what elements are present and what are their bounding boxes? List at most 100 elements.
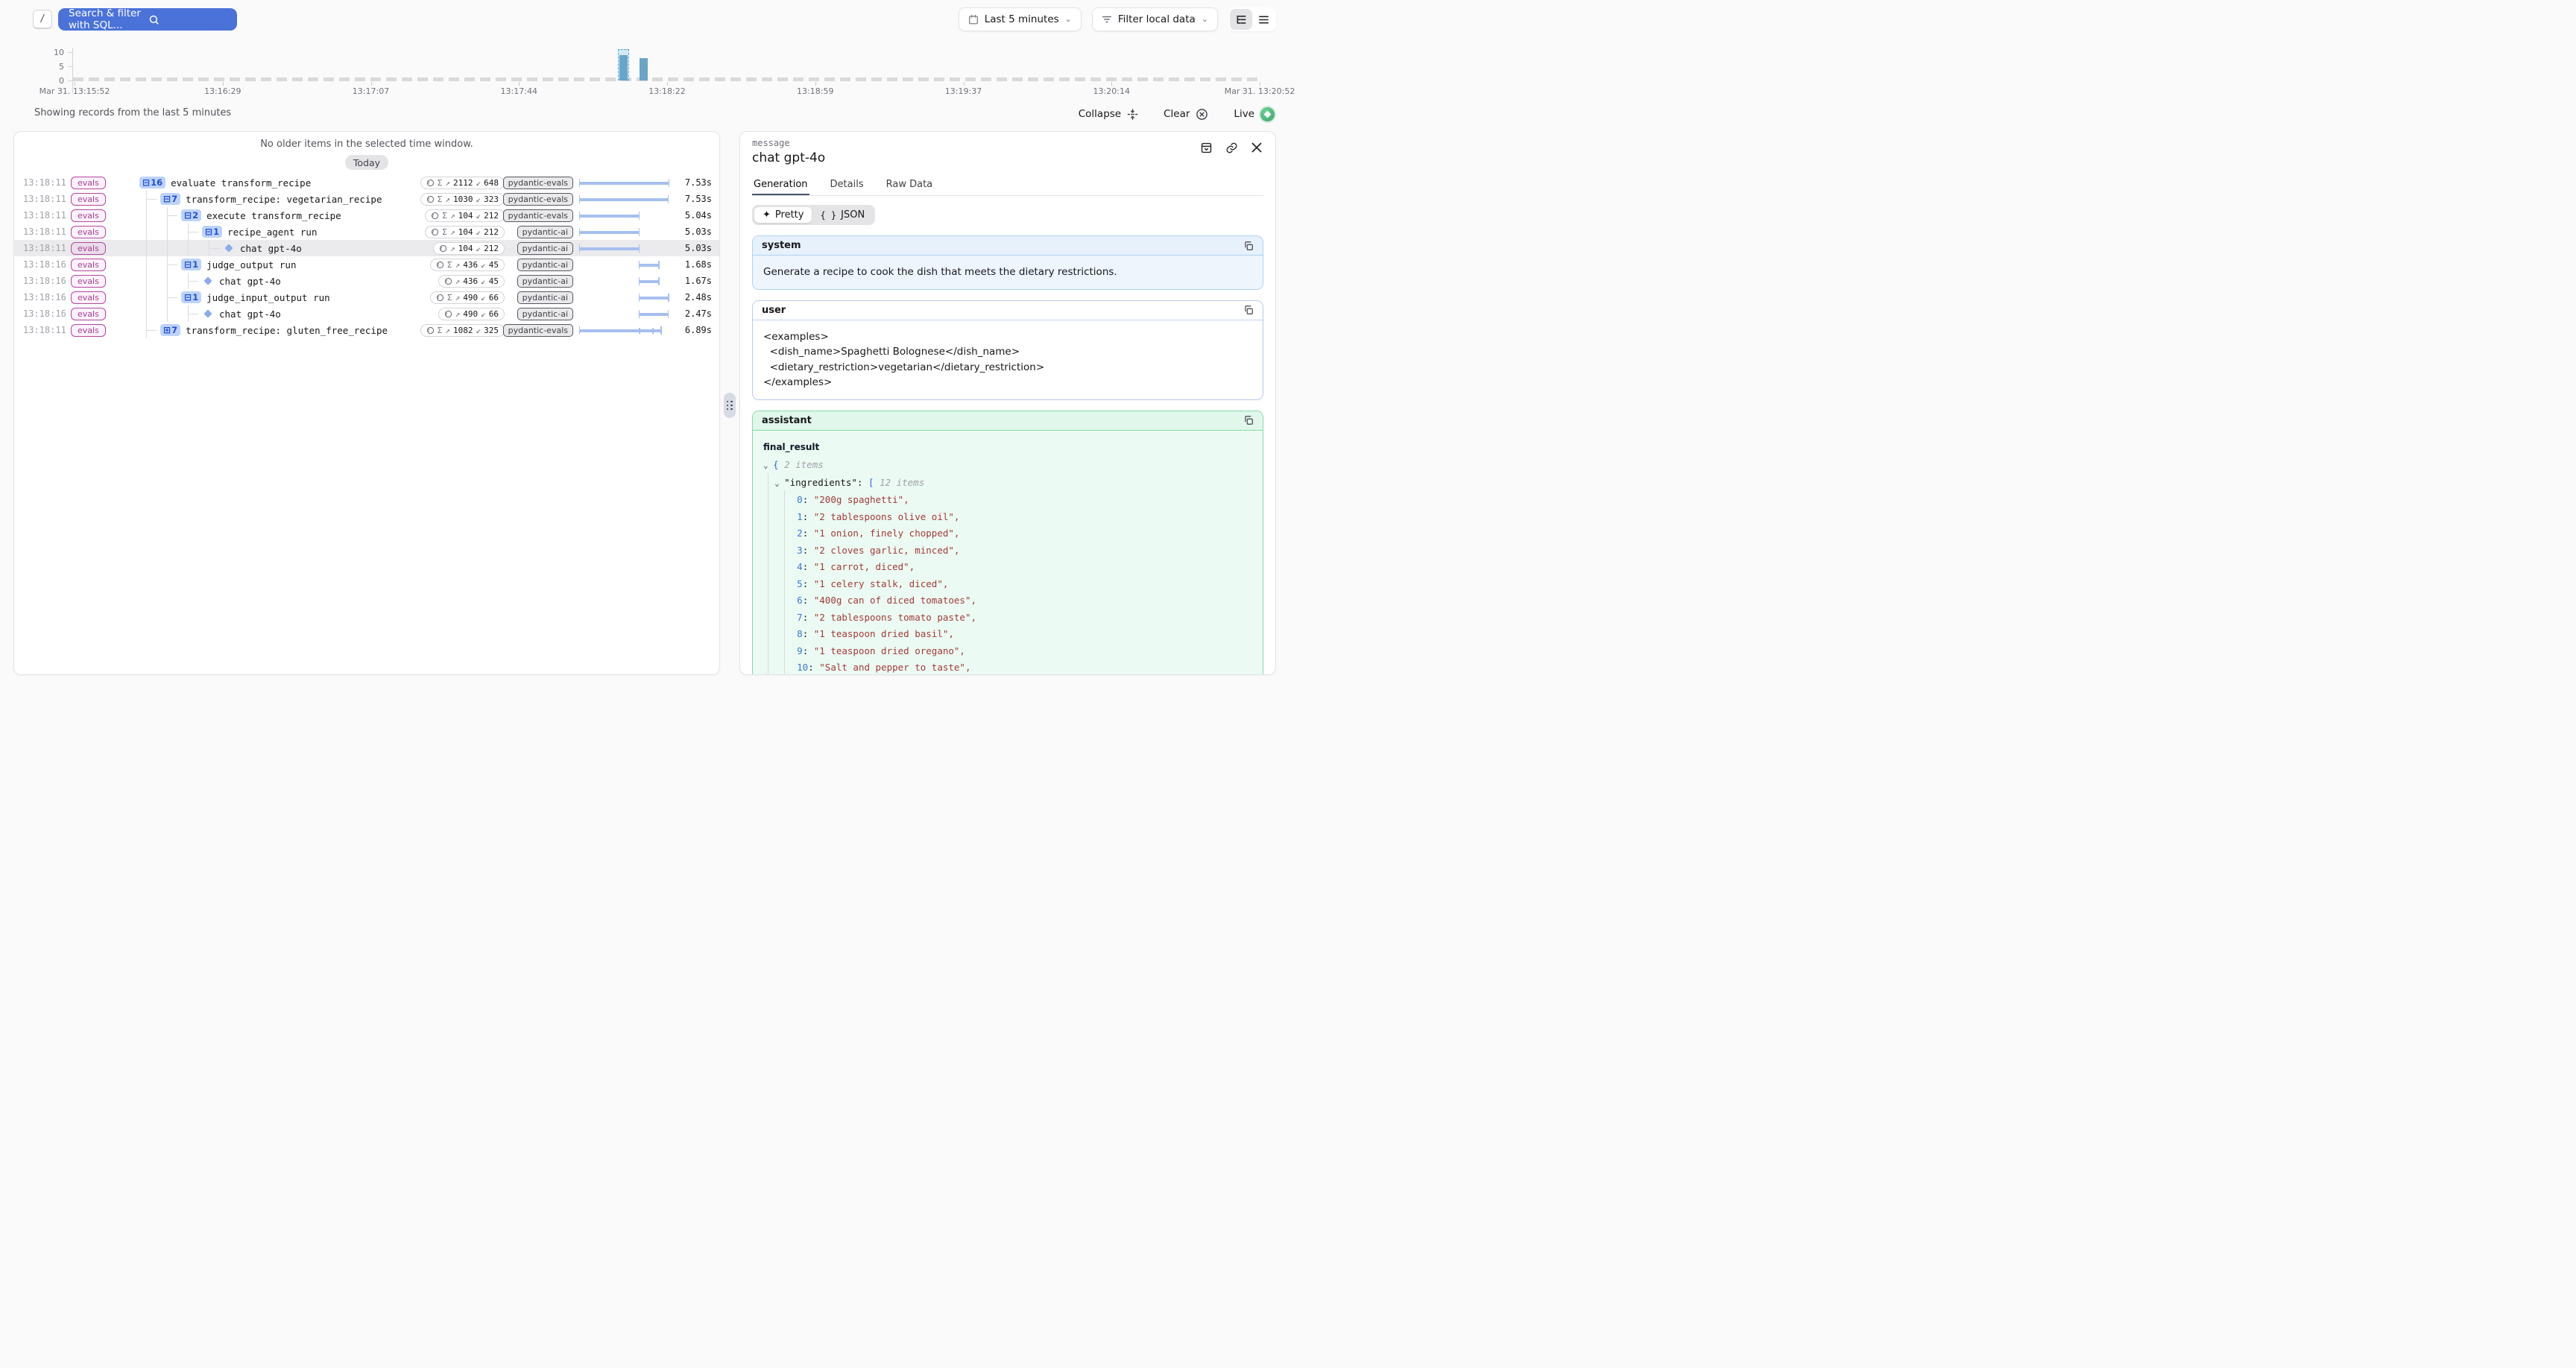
duration-bar-cap [579,179,581,187]
collapse-node-badge[interactable]: ⊟1 [181,259,201,270]
evals-badge[interactable]: evals [71,242,106,255]
evals-badge[interactable]: evals [71,226,106,238]
token-usage-pill[interactable]: Σ↗104↙212 [425,209,505,222]
tree-guide-line [146,224,147,240]
trace-row[interactable]: 13:18:11evals⊟7transform_recipe: vegetar… [14,191,719,207]
close-icon[interactable] [1248,139,1265,156]
search-button[interactable]: Search & filter with SQL... [58,8,237,31]
live-toggle[interactable]: Live [1234,107,1275,121]
date-pill[interactable]: Today [345,155,388,170]
collapse-node-badge[interactable]: ⊟1 [181,291,201,303]
duration-bar-cap [579,326,581,335]
copy-link-icon[interactable] [1223,139,1240,156]
row-duration: 7.53s [673,177,712,188]
histogram-bar[interactable] [619,55,628,80]
row-timestamp: 13:18:16 [23,292,65,303]
copy-icon[interactable] [1243,241,1254,251]
duration-bar [579,182,669,185]
detail-panel: message chat gpt-4o GenerationDetailsRaw… [739,131,1276,675]
trace-row[interactable]: 13:18:16evalschat gpt-4o↗436↙45pydantic-… [14,273,719,289]
json-tab[interactable]: { } JSON [812,207,873,223]
row-duration: 1.68s [673,259,712,270]
evals-badge[interactable]: evals [71,275,106,288]
evals-badge[interactable]: evals [71,308,106,320]
expand-node-badge[interactable]: ⊞7 [160,324,180,336]
scope-tag[interactable]: pydantic-ai [517,291,573,304]
json-array-item: 6: "400g can of diced tomatoes", [763,592,1252,609]
token-usage-pill[interactable]: Σ↗104↙212 [425,226,505,238]
records-timeline-chart[interactable]: 0510 Mar 31. 13:15:5213:16:2913:17:0713:… [0,39,1288,98]
duration-bar-track [579,207,669,224]
evals-badge[interactable]: evals [71,177,106,189]
scope-tag[interactable]: pydantic-ai [517,226,573,238]
scope-tag[interactable]: pydantic-ai [517,308,573,320]
tree-view-toggle[interactable] [1230,9,1252,30]
copy-icon[interactable] [1243,415,1254,425]
scope-tag[interactable]: pydantic-ai [517,275,573,288]
scope-tag[interactable]: pydantic-ai [517,259,573,271]
scope-tag[interactable]: pydantic-evals [503,177,573,189]
list-view-toggle[interactable] [1252,9,1275,30]
time-range-select[interactable]: Last 5 minutes ⌄ [959,7,1082,31]
token-usage-pill[interactable]: ↗490↙66 [438,308,505,320]
duration-bar-cap [639,294,640,302]
trace-row[interactable]: 13:18:16 evals ⊟1 judge_input_output run Σ↗4… [14,289,719,305]
trace-row[interactable]: 13:18:11evals⊟1recipe_agent runΣ↗104↙212… [14,224,719,240]
trace-row[interactable]: 13:18:11evals⊞7transform_recipe: gluten_… [14,322,719,338]
input-tokens: 2112 [453,178,473,188]
span-name: judge_input_output run [206,292,330,303]
slash-shortcut-key[interactable]: / [33,10,52,29]
trace-row[interactable]: 13:18:11evals⊟2execute transform_recipeΣ… [14,207,719,224]
scope-tag[interactable]: pydantic-evals [503,209,573,222]
scope-tag[interactable]: pydantic-evals [503,324,573,337]
collapse-node-badge[interactable]: ⊟1 [202,226,222,238]
copy-icon[interactable] [1243,305,1254,315]
tab-raw-data[interactable]: Raw Data [885,176,935,195]
clear-button[interactable]: Clear [1164,108,1208,121]
scope-tag[interactable]: pydantic-ai [517,242,573,255]
token-usage-pill[interactable]: ↗436↙45 [438,275,505,288]
duration-bar-cap [579,228,581,236]
duration-bar-track [579,273,669,289]
collapse-node-badge[interactable]: ⊟2 [181,209,201,221]
pretty-tab[interactable]: ✦ Pretty [754,207,812,223]
braces-icon: { } [820,210,836,221]
dock-panel-icon[interactable] [1198,139,1214,156]
trace-row[interactable]: 13:18:16evalschat gpt-4o↗490↙66pydantic-… [14,305,719,322]
evals-badge[interactable]: evals [71,291,106,304]
tab-generation[interactable]: Generation [752,176,809,195]
json-array-item: 4: "1 carrot, diced", [763,559,1252,576]
trace-row[interactable]: 13:18:11evalschat gpt-4o↗104↙212pydantic… [14,240,719,256]
panel-resize-handle[interactable] [724,393,736,418]
token-usage-pill[interactable]: ↗104↙212 [433,242,505,255]
token-usage-pill[interactable]: Σ↗2112↙648 [420,177,505,189]
evals-badge[interactable]: evals [71,324,106,337]
token-usage-pill[interactable]: Σ↗490↙66 [430,291,505,304]
scope-tag[interactable]: pydantic-evals [503,193,573,206]
token-usage-pill[interactable]: Σ↗436↙45 [430,259,505,271]
output-tokens-arrow-icon: ↙ [476,178,482,188]
tab-details[interactable]: Details [829,176,865,195]
y-tick-label: 5 [42,62,64,72]
histogram-bar[interactable] [640,58,648,80]
collapse-button[interactable]: Collapse [1079,108,1138,120]
system-role-label: system [762,240,801,251]
token-usage-pill[interactable]: Σ↗1030↙323 [420,193,505,206]
collapse-node-badge[interactable]: ⊟7 [160,193,180,205]
json-array-item: 9: "1 teaspoon dried oregano", [763,643,1252,660]
collapse-chevron-icon[interactable]: ⌄ [763,457,773,475]
sigma-icon: Σ [438,178,443,188]
trace-row[interactable]: 13:18:16evals⊟1judge_output runΣ↗436↙45p… [14,256,719,273]
row-duration: 5.03s [673,227,712,237]
collapse-chevron-icon[interactable]: ⌄ [774,475,784,493]
filter-local-data-select[interactable]: Filter local data ⌄ [1092,7,1218,31]
evals-badge[interactable]: evals [71,209,106,222]
evals-badge[interactable]: evals [71,259,106,271]
token-usage-pill[interactable]: Σ↗1082↙325 [420,324,505,337]
x-tick-label: 13:20:14 [1093,86,1130,96]
sigma-icon: Σ [447,293,452,303]
trace-row[interactable]: 13:18:11evals⊟16evaluate transform_recip… [14,174,719,191]
evals-badge[interactable]: evals [71,193,106,206]
pretty-label: Pretty [775,209,804,221]
collapse-node-badge[interactable]: ⊟16 [139,177,165,189]
